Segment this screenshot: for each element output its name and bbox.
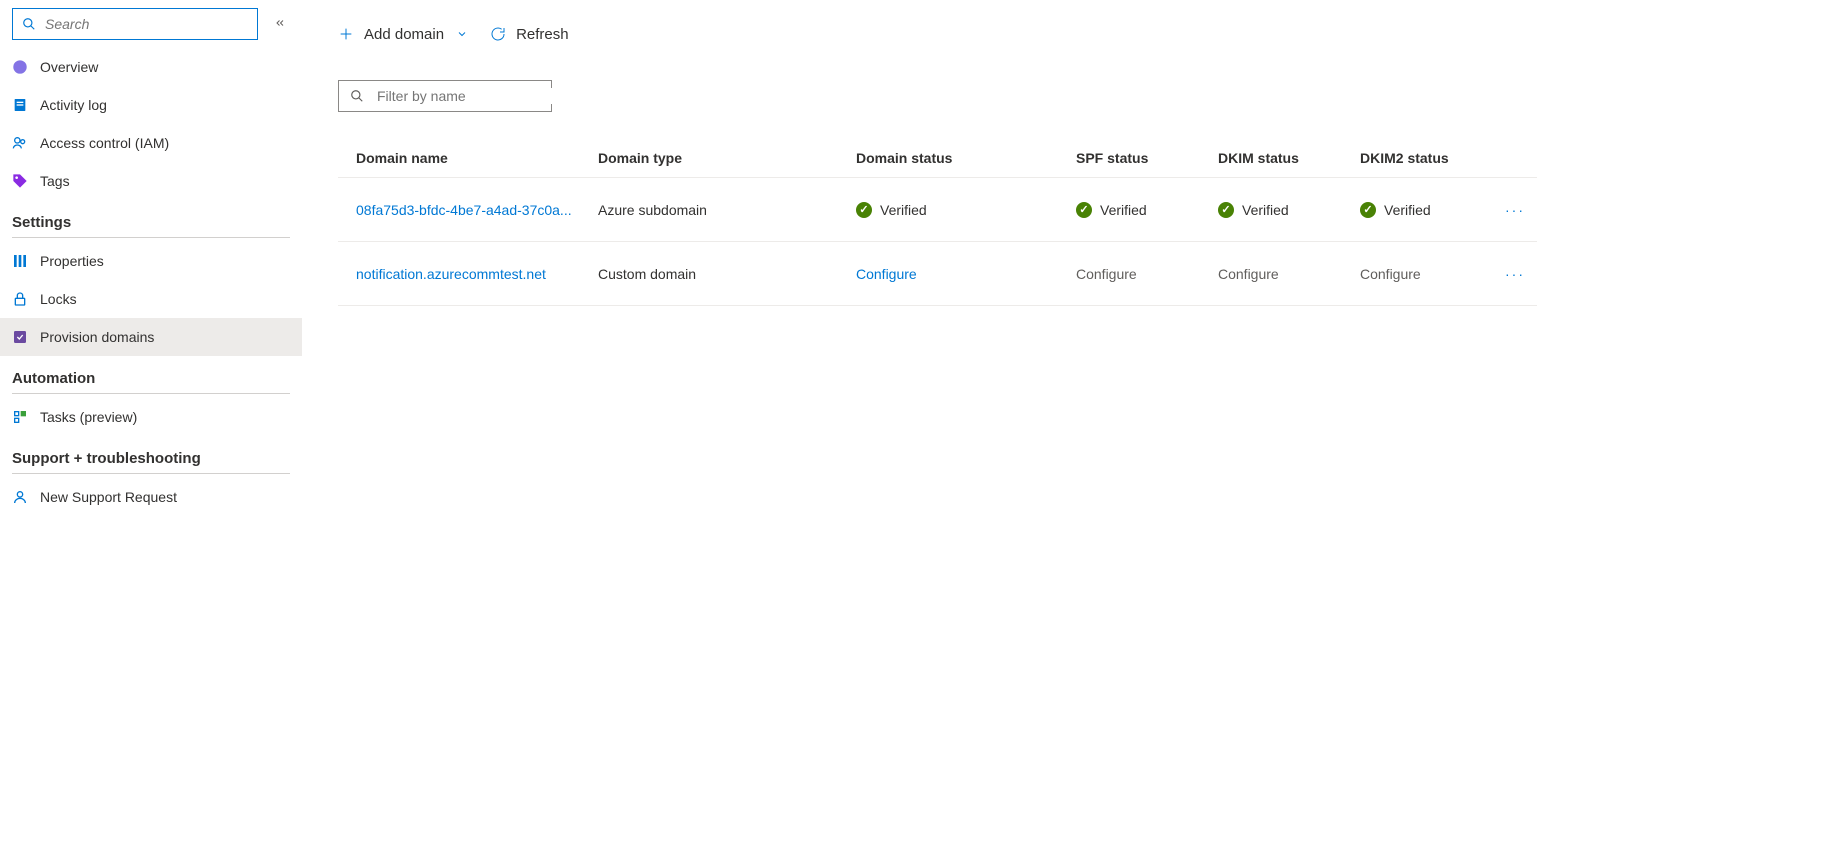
- th-dkim2: DKIM2 status: [1360, 150, 1502, 166]
- sidebar-item-label: Access control (IAM): [40, 135, 169, 151]
- sidebar-item-properties[interactable]: Properties: [0, 242, 302, 280]
- verified-icon: [1218, 202, 1234, 218]
- sidebar-item-label: Overview: [40, 59, 98, 75]
- domain-type: Azure subdomain: [598, 202, 856, 218]
- th-domain-type: Domain type: [598, 150, 856, 166]
- plus-icon: [338, 26, 354, 42]
- status-text: Verified: [1242, 202, 1289, 218]
- iam-icon: [12, 135, 28, 151]
- th-dkim: DKIM status: [1218, 150, 1360, 166]
- search-icon: [21, 16, 37, 32]
- section-header: Support + troubleshooting: [0, 436, 302, 473]
- verified-icon: [856, 202, 872, 218]
- sidebar-item-provision[interactable]: Provision domains: [0, 318, 302, 356]
- domain-name-link[interactable]: 08fa75d3-bfdc-4be7-a4ad-37c0a...: [356, 202, 572, 218]
- tags-icon: [12, 173, 28, 189]
- sidebar-item-label: Properties: [40, 253, 104, 269]
- status-text: Configure: [1076, 266, 1137, 282]
- filter-input[interactable]: [377, 88, 558, 104]
- status-text: Verified: [1100, 202, 1147, 218]
- verified-icon: [1360, 202, 1376, 218]
- sidebar-item-tasks[interactable]: Tasks (preview): [0, 398, 302, 436]
- table-row: 08fa75d3-bfdc-4be7-a4ad-37c0a... Azure su…: [338, 178, 1537, 242]
- refresh-icon: [490, 26, 506, 42]
- filter-input-wrap[interactable]: [338, 80, 552, 112]
- sidebar-search-input[interactable]: [45, 16, 249, 32]
- search-icon: [349, 88, 365, 104]
- section-header: Settings: [0, 200, 302, 237]
- configure-link[interactable]: Configure: [856, 266, 917, 282]
- sidebar-item-locks[interactable]: Locks: [0, 280, 302, 318]
- sidebar-item-label: Tags: [40, 173, 70, 189]
- status-text: Verified: [1384, 202, 1431, 218]
- domain-type: Custom domain: [598, 266, 856, 282]
- row-menu-button[interactable]: ···: [1505, 266, 1525, 282]
- verified-icon: [1076, 202, 1092, 218]
- status-text: Configure: [1218, 266, 1279, 282]
- add-domain-button[interactable]: Add domain: [338, 18, 470, 50]
- activity-icon: [12, 97, 28, 113]
- sidebar-item-tags[interactable]: Tags: [0, 162, 302, 200]
- sidebar-item-label: New Support Request: [40, 489, 177, 505]
- sidebar-item-iam[interactable]: Access control (IAM): [0, 124, 302, 162]
- table-row: notification.azurecommtest.net Custom dom…: [338, 242, 1537, 306]
- domains-table: Domain name Domain type Domain status SP…: [338, 138, 1537, 306]
- sidebar-item-label: Activity log: [40, 97, 107, 113]
- chevron-down-icon: [454, 26, 470, 42]
- sidebar-item-support[interactable]: New Support Request: [0, 478, 302, 516]
- sidebar-search[interactable]: [12, 8, 258, 40]
- refresh-button[interactable]: Refresh: [490, 18, 569, 50]
- sidebar-item-activity[interactable]: Activity log: [0, 86, 302, 124]
- refresh-label: Refresh: [516, 26, 569, 43]
- properties-icon: [12, 253, 28, 269]
- sidebar-item-label: Tasks (preview): [40, 409, 137, 425]
- locks-icon: [12, 291, 28, 307]
- section-header: Automation: [0, 356, 302, 393]
- domain-name-link[interactable]: notification.azurecommtest.net: [356, 266, 546, 282]
- th-domain-status: Domain status: [856, 150, 1076, 166]
- provision-icon: [12, 329, 28, 345]
- th-domain-name: Domain name: [338, 150, 598, 166]
- th-spf: SPF status: [1076, 150, 1218, 166]
- status-text: Configure: [1360, 266, 1421, 282]
- support-icon: [12, 489, 28, 505]
- table-header-row: Domain name Domain type Domain status SP…: [338, 138, 1537, 178]
- tasks-icon: [12, 409, 28, 425]
- sidebar-item-label: Provision domains: [40, 329, 154, 345]
- overview-icon: [12, 59, 28, 75]
- sidebar-item-label: Locks: [40, 291, 77, 307]
- status-text: Verified: [880, 202, 927, 218]
- row-menu-button[interactable]: ···: [1505, 202, 1525, 218]
- add-domain-label: Add domain: [364, 26, 444, 43]
- sidebar-item-overview[interactable]: Overview: [0, 48, 302, 86]
- collapse-icon[interactable]: [270, 12, 290, 36]
